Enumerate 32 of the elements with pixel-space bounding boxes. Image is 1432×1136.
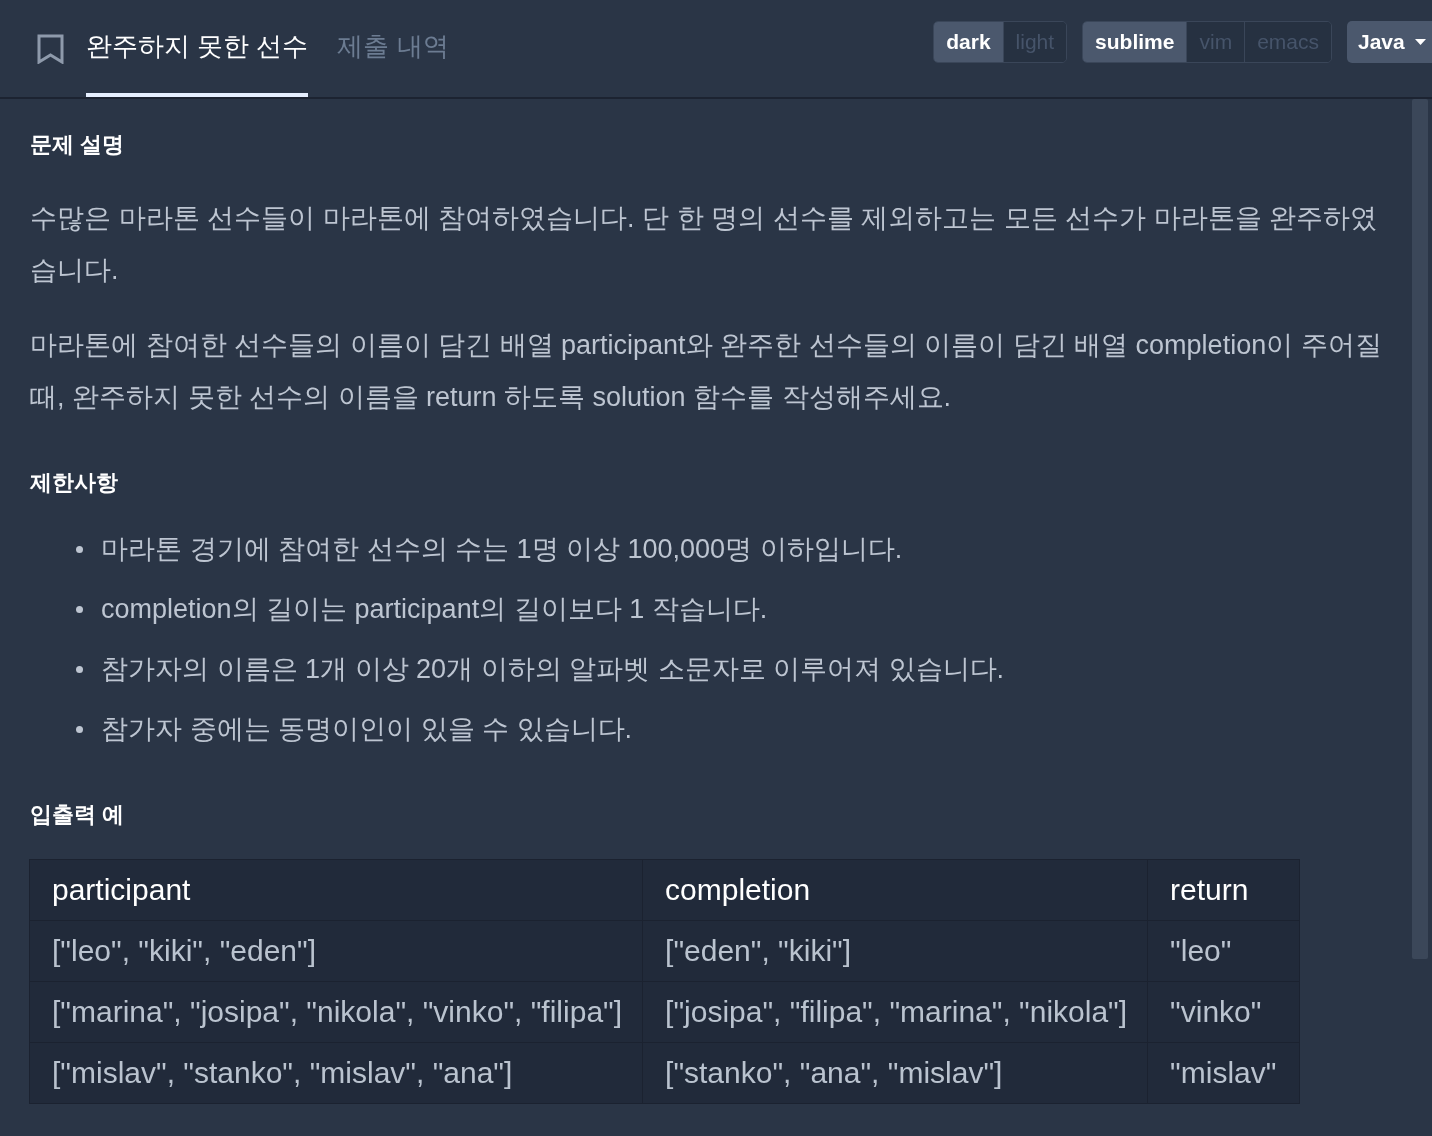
table-header-cell: participant <box>29 859 643 921</box>
caret-icon <box>1414 39 1426 45</box>
bullet-icon <box>76 545 83 553</box>
table-cell: ["stanko", "ana", "mislav"] <box>642 1042 1148 1104</box>
tab[interactable]: 완주하지 못한 선수 <box>86 0 309 97</box>
table-cell: "vinko" <box>1147 981 1300 1043</box>
toggle-option[interactable]: sublime <box>1083 22 1187 62</box>
table-header-cell: completion <box>642 859 1148 921</box>
description-paragraph: 수많은 마라톤 선수들이 마라톤에 참여하였습니다. 단 한 명의 선수를 제외하고는 모든 선수가 마라톤을 완주하였습니다. <box>30 202 1379 287</box>
constraint-text: 참가자의 이름은 1개 이상 20개 이하의 알파벳 소문자로 이루어져 있습니다. <box>101 653 1005 686</box>
constraint-text: 참가자 중에는 동명이인이 있을 수 있습니다. <box>101 713 632 746</box>
section-heading: 입출력 예 <box>30 801 126 829</box>
table-cell: ["josipa", "filipa", "marina", "nikola"] <box>642 981 1148 1043</box>
table-cell: ["mislav", "stanko", "mislav", "ana"] <box>29 1042 643 1104</box>
table-cell: ["marina", "josipa", "nikola", "vinko", "filipa"] <box>29 981 643 1043</box>
section-heading: 제한사항 <box>30 469 119 497</box>
constraint-text: 마라톤 경기에 참여한 선수의 수는 1명 이상 100,000명 이하입니다. <box>101 533 903 566</box>
scrollbar-thumb[interactable] <box>1412 99 1428 959</box>
constraint-text: completion의 길이는 participant의 길이보다 1 작습니다. <box>101 593 768 626</box>
bookmark-icon[interactable] <box>37 34 64 64</box>
table-cell: "leo" <box>1147 920 1300 982</box>
table-cell: ["leo", "kiki", "eden"] <box>29 920 643 982</box>
description-paragraph: 마라톤에 참여한 선수들의 이름이 담긴 배열 participant와 완주한 선수들의 이름이 담긴 배열 completion이 주어질 때, 완주하지 못한 선수의 이름을 return 하도록 solution 함수를 작성해주세요. <box>30 329 1382 414</box>
section-heading: 문제 설명 <box>30 131 126 159</box>
language-dropdown[interactable]: Java <box>1347 21 1432 63</box>
bullet-icon <box>76 665 83 673</box>
toggle-option[interactable]: dark <box>934 22 1003 62</box>
table-header-cell: return <box>1147 859 1300 921</box>
table-cell: ["eden", "kiki"] <box>642 920 1148 982</box>
bullet-icon <box>76 605 83 613</box>
table-cell: "mislav" <box>1147 1042 1300 1104</box>
bullet-icon <box>76 725 83 733</box>
